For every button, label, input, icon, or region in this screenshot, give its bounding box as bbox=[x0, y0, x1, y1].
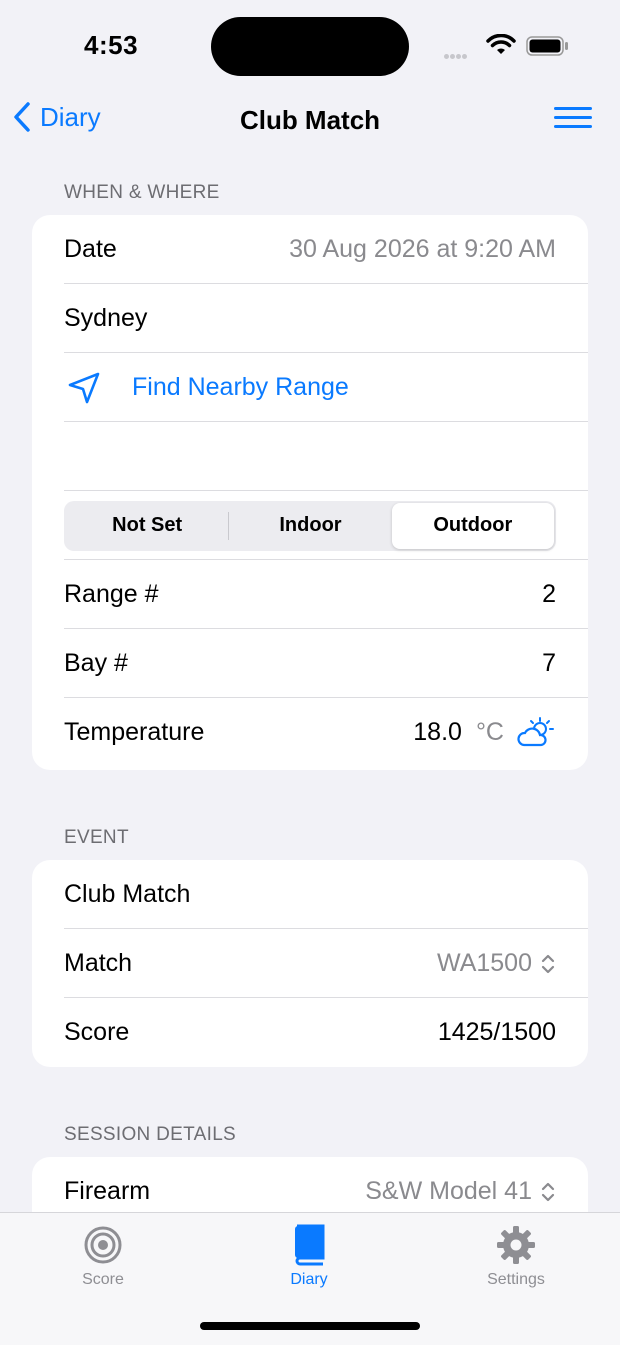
temperature-value[interactable]: 18.0 bbox=[413, 718, 462, 747]
score-row[interactable]: Score 1425/1500 bbox=[32, 998, 588, 1067]
range-number-row[interactable]: Range # 2 bbox=[32, 560, 588, 629]
tab-diary[interactable]: Diary bbox=[249, 1223, 369, 1289]
when-where-card: Date 30 Aug 2026 at 9:20 AM Sydney Find … bbox=[32, 215, 588, 770]
event-card: Club Match Match WA1500 Score 1425/1500 bbox=[32, 860, 588, 1067]
bay-number-label: Bay # bbox=[64, 649, 128, 677]
dynamic-island bbox=[211, 17, 409, 76]
chevron-up-down-icon bbox=[541, 954, 555, 973]
event-name-field[interactable]: Club Match bbox=[64, 880, 190, 909]
map-area bbox=[32, 422, 588, 491]
tab-settings-label: Settings bbox=[487, 1271, 545, 1288]
temperature-unit: °C bbox=[475, 718, 504, 746]
tab-diary-label: Diary bbox=[290, 1271, 328, 1288]
range-number-label: Range # bbox=[64, 580, 159, 608]
gear-icon bbox=[497, 1226, 535, 1264]
date-label: Date bbox=[64, 235, 117, 263]
date-value[interactable]: 30 Aug 2026 at 9:20 AM bbox=[289, 235, 556, 264]
menu-icon[interactable] bbox=[554, 107, 592, 134]
section-header-session-details: SESSION DETAILS bbox=[64, 1124, 237, 1145]
find-nearby-range-row[interactable]: Find Nearby Range bbox=[32, 353, 588, 422]
wifi-icon bbox=[486, 34, 516, 54]
temperature-label: Temperature bbox=[64, 718, 205, 746]
venue-type-segmented-control: Not Set Indoor Outdoor bbox=[64, 500, 556, 551]
status-bar: 4:53 bbox=[0, 0, 620, 90]
score-label: Score bbox=[64, 1018, 130, 1046]
bay-number-value[interactable]: 7 bbox=[542, 649, 556, 678]
venue-type-row: Not Set Indoor Outdoor bbox=[32, 491, 588, 560]
cellular-signal-icon bbox=[444, 46, 468, 64]
tab-score-label: Score bbox=[82, 1271, 124, 1288]
bay-number-row[interactable]: Bay # 7 bbox=[32, 629, 588, 698]
find-nearby-range-button[interactable]: Find Nearby Range bbox=[132, 373, 349, 402]
page-title: Club Match bbox=[239, 105, 381, 135]
location-arrow-icon bbox=[68, 372, 100, 403]
firearm-label: Firearm bbox=[64, 1177, 151, 1205]
book-icon bbox=[295, 1224, 325, 1266]
temperature-row[interactable]: Temperature 18.0 °C bbox=[32, 698, 588, 767]
match-value[interactable]: WA1500 bbox=[437, 949, 532, 978]
match-row[interactable]: Match WA1500 bbox=[32, 929, 588, 998]
partly-sunny-icon[interactable] bbox=[516, 716, 556, 749]
range-number-value[interactable]: 2 bbox=[542, 580, 556, 609]
segment-outdoor[interactable]: Outdoor bbox=[391, 502, 554, 549]
segment-not-set[interactable]: Not Set bbox=[66, 503, 228, 549]
tab-settings[interactable]: Settings bbox=[456, 1223, 576, 1289]
target-icon bbox=[84, 1226, 122, 1264]
segment-indoor[interactable]: Indoor bbox=[229, 503, 391, 549]
firearm-value[interactable]: S&W Model 41 bbox=[365, 1177, 532, 1206]
event-name-row[interactable]: Club Match bbox=[32, 860, 588, 929]
section-header-event: EVENT bbox=[64, 827, 129, 848]
location-field[interactable]: Sydney bbox=[64, 304, 147, 333]
location-row[interactable]: Sydney bbox=[32, 284, 588, 353]
home-indicator bbox=[200, 1322, 420, 1330]
date-row[interactable]: Date 30 Aug 2026 at 9:20 AM bbox=[32, 215, 588, 284]
navigation-bar: Diary Club Match bbox=[0, 95, 620, 145]
chevron-up-down-icon bbox=[541, 1182, 555, 1201]
tab-score[interactable]: Score bbox=[43, 1223, 163, 1289]
section-header-when-where: WHEN & WHERE bbox=[64, 182, 220, 203]
battery-icon bbox=[526, 36, 568, 56]
match-label: Match bbox=[64, 949, 133, 977]
score-value[interactable]: 1425/1500 bbox=[438, 1018, 556, 1047]
status-time: 4:53 bbox=[84, 30, 139, 60]
